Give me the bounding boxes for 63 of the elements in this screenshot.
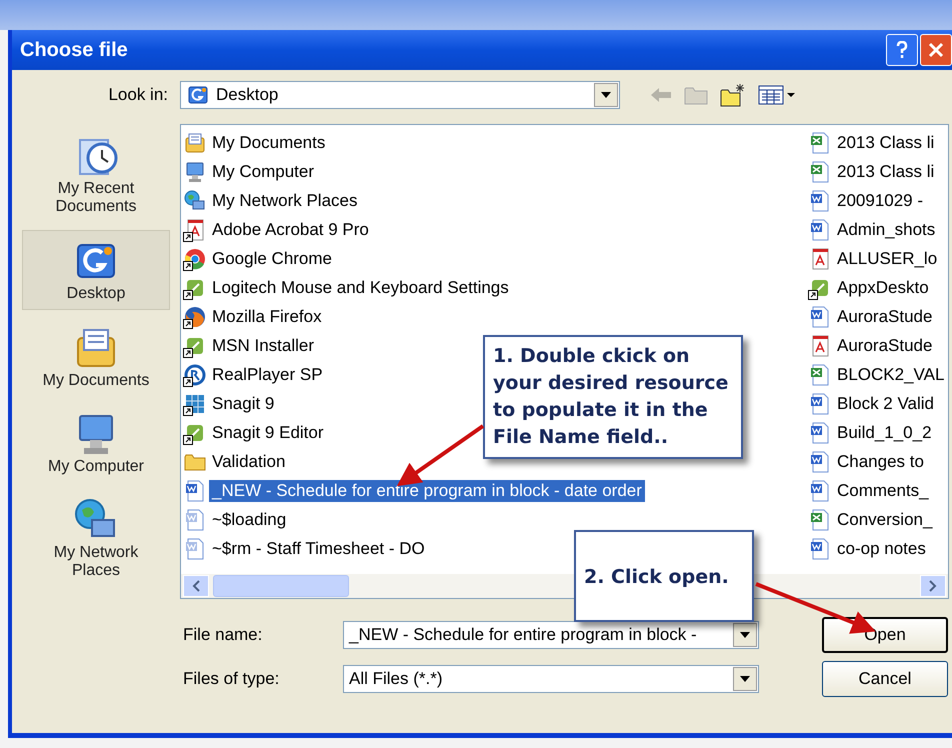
caret-icon <box>601 92 611 98</box>
caret-icon <box>740 632 750 638</box>
file-item[interactable]: My Computer <box>183 157 318 186</box>
file-name-label: File name: <box>182 625 264 645</box>
scroll-thumb[interactable] <box>213 575 349 597</box>
file-item[interactable]: 2013 Class li <box>808 128 938 157</box>
close-button[interactable] <box>920 34 952 66</box>
file-item[interactable]: BLOCK2_VAL <box>808 360 948 389</box>
look-in-label: Look in: <box>107 85 169 105</box>
new-folder-icon[interactable] <box>720 83 746 107</box>
file-item[interactable]: Adobe Acrobat 9 Pro <box>183 215 372 244</box>
file-item[interactable]: Validation <box>183 447 288 476</box>
file-type-label: Files of type: <box>182 669 280 689</box>
callout-tooltip: 1. Double ckick on your desired resource to populate it in the File Name field.. <box>483 335 743 459</box>
file-item[interactable]: Logitech Mouse and Keyboard Settings <box>183 273 512 302</box>
file-item[interactable]: Snagit 9 Editor <box>183 418 327 447</box>
help-button[interactable] <box>886 34 918 66</box>
file-item[interactable]: Admin_shots <box>808 215 938 244</box>
scroll-left-button[interactable] <box>183 575 209 597</box>
file-item[interactable]: Comments_ <box>808 476 932 505</box>
file-item[interactable]: My Network Places <box>183 186 360 215</box>
file-item[interactable]: AuroraStude <box>808 331 936 360</box>
close-icon <box>928 42 944 58</box>
file-item[interactable]: Conversion_ <box>808 505 936 534</box>
caret-icon <box>740 676 750 682</box>
dropdown-button[interactable] <box>733 623 757 647</box>
file-item[interactable]: 20091029 - <box>808 186 926 215</box>
places-item[interactable]: My Computer <box>22 404 170 482</box>
file-item[interactable]: Block 2 Valid <box>808 389 938 418</box>
callout-tooltip: 2. Click open. <box>574 530 754 622</box>
file-item[interactable]: 2013 Class li <box>808 157 938 186</box>
places-item[interactable]: My Documents <box>22 318 170 396</box>
dropdown-button[interactable] <box>733 667 757 691</box>
places-item[interactable]: My Recent Documents <box>22 126 170 222</box>
view-menu-icon[interactable] <box>758 85 796 105</box>
places-item[interactable]: My Network Places <box>22 490 170 586</box>
file-item[interactable]: Mozilla Firefox <box>183 302 325 331</box>
file-type-dropdown[interactable]: All Files (*.*) <box>343 665 759 693</box>
dialog-button[interactable]: Cancel <box>822 661 948 697</box>
file-name-field[interactable]: _NEW - Schedule for entire program in block - <box>343 621 759 649</box>
file-item[interactable]: Google Chrome <box>183 244 336 273</box>
file-item[interactable]: co-op notes <box>808 534 929 563</box>
places-item[interactable]: Desktop <box>22 230 170 310</box>
file-item[interactable]: My Documents <box>183 128 328 157</box>
file-item[interactable]: ~$loading <box>183 505 290 534</box>
network-icon <box>183 188 207 212</box>
look-in-dropdown[interactable]: Desktop <box>180 81 620 109</box>
file-item[interactable]: Build_1_0_2 <box>808 418 935 447</box>
file-item[interactable]: ~$rm - Staff Timesheet - DO <box>183 534 428 563</box>
documents-icon <box>183 130 207 154</box>
file-item[interactable]: RealPlayer SP <box>183 360 326 389</box>
file-item[interactable]: MSN Installer <box>183 331 318 360</box>
help-icon <box>896 41 908 59</box>
dropdown-button[interactable] <box>594 83 618 107</box>
scroll-right-button[interactable] <box>920 575 946 597</box>
window-title: Choose file <box>20 38 129 62</box>
file-item[interactable]: Changes to <box>808 447 927 476</box>
chevron-left-icon <box>192 580 200 592</box>
file-item[interactable]: ALLUSER_lo <box>808 244 940 273</box>
file-item[interactable]: AuroraStude <box>808 302 936 331</box>
file-item[interactable]: AppxDeskto <box>808 273 932 302</box>
file-item[interactable]: Snagit 9 <box>183 389 278 418</box>
chevron-right-icon <box>929 580 937 592</box>
